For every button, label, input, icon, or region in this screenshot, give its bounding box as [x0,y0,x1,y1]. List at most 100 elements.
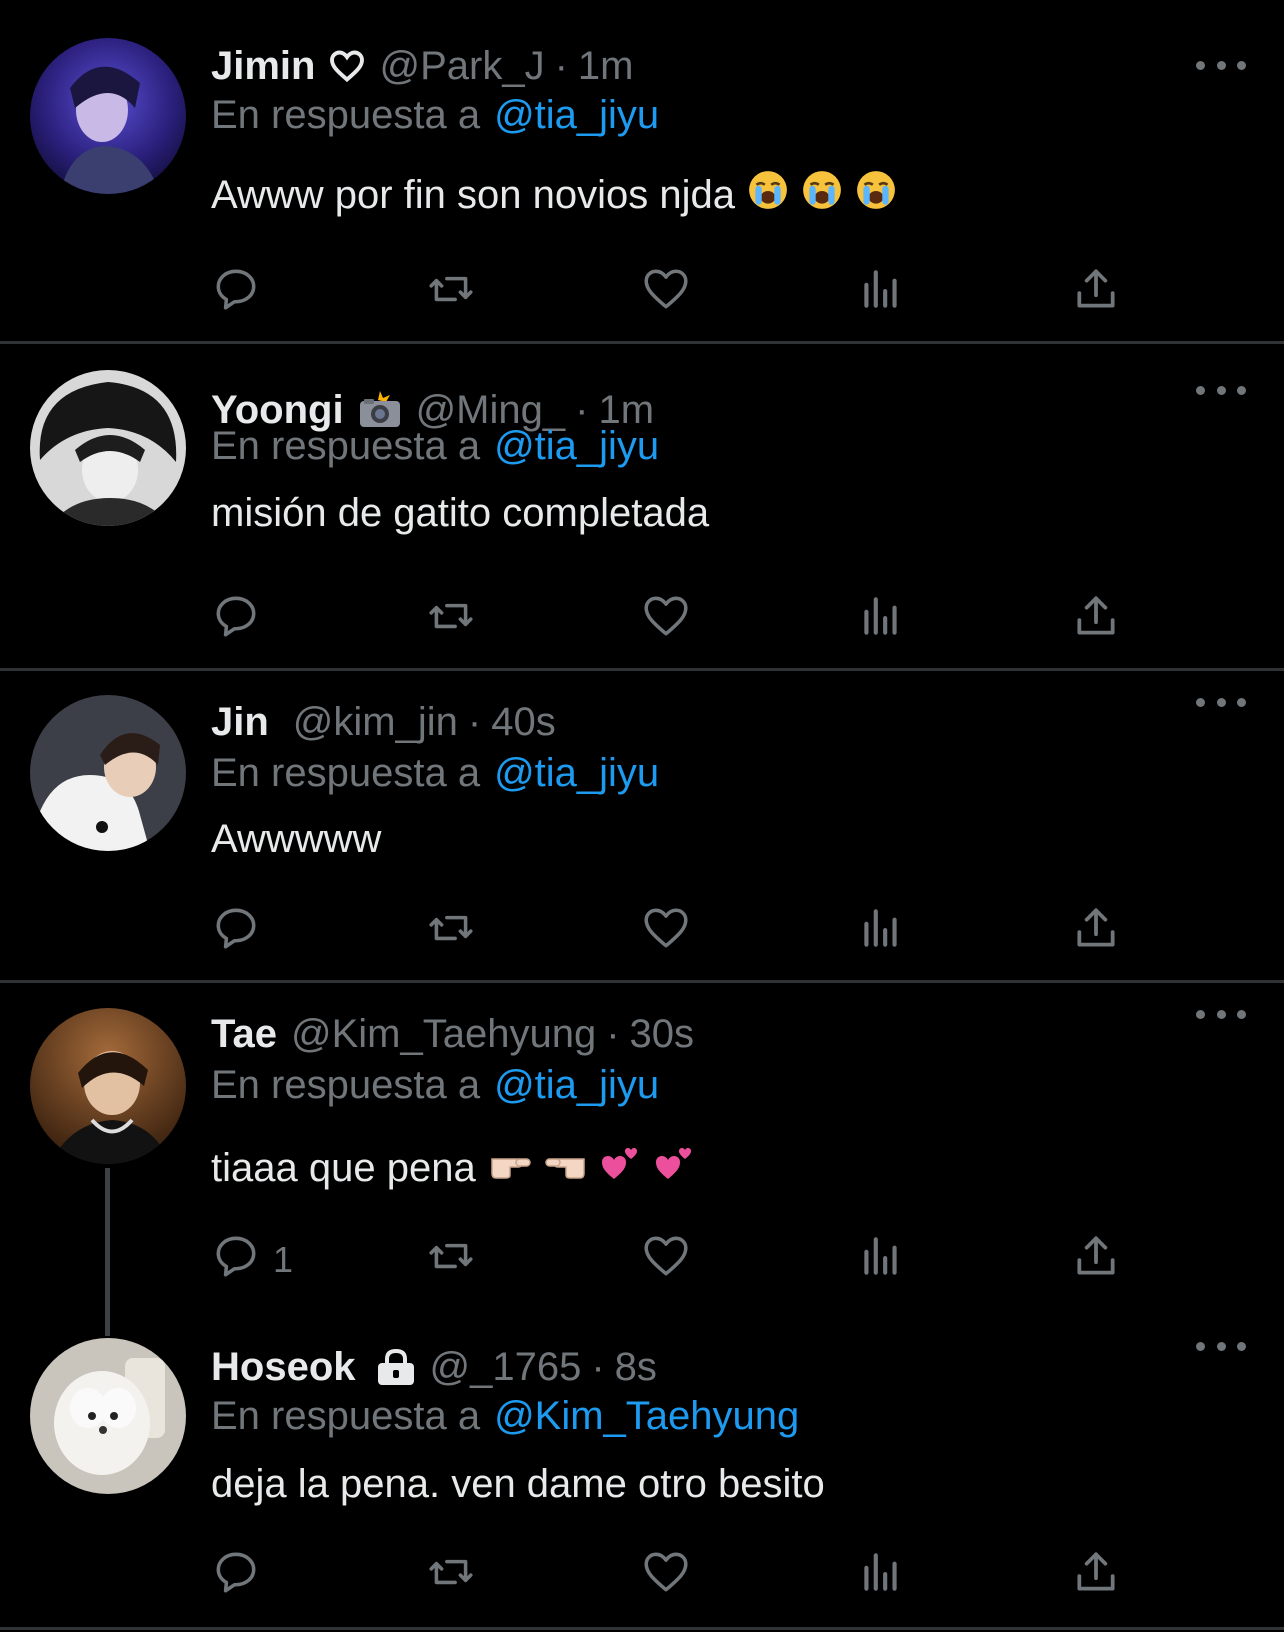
tweet-text: Awww por fin son novios njda [211,170,897,220]
reply-to-mention[interactable]: @tia_jiyu [494,751,659,796]
avatar[interactable] [30,695,186,851]
views-chart-icon [856,591,906,650]
share-button[interactable] [1071,263,1121,323]
reply-item[interactable]: Jimin @Park_J · 1m En respuesta a @tia_j… [0,0,1284,342]
retweet-button[interactable] [426,263,476,323]
reply-icon [211,903,261,962]
heart-icon [641,1547,691,1606]
timestamp[interactable]: 8s [615,1345,657,1390]
reply-prefix: En respuesta a [211,423,481,468]
tweet-actions [211,902,1131,962]
loudly-crying-face-emoji [855,169,897,221]
tweet-actions [211,1546,1131,1606]
reply-to-mention[interactable]: @tia_jiyu [494,424,659,469]
display-name[interactable]: Tae [211,1012,277,1057]
user-handle[interactable]: @Kim_Taehyung [291,1012,596,1057]
more-options-icon[interactable] [1196,380,1246,400]
tweet-header: Jin @kim_jin · 40s [211,697,556,747]
reply-item[interactable]: Hoseok @_1765 · 8s En respuesta a @Kim_T… [0,1318,1284,1629]
loudly-crying-face-emoji [747,169,789,221]
reply-button[interactable] [211,263,273,323]
separator-dot: · [606,1011,620,1056]
retweet-button[interactable] [426,902,476,962]
reply-prefix: En respuesta a [211,1393,481,1438]
views-button[interactable] [856,902,906,962]
views-chart-icon [856,1231,906,1290]
tweet-text-content: deja la pena. ven dame otro besito [211,1461,825,1506]
reply-context: En respuesta a @tia_jiyu [211,421,659,471]
more-options-icon[interactable] [1196,692,1246,712]
avatar[interactable] [30,1338,186,1494]
lock-icon [376,1348,416,1386]
share-upload-icon [1071,1547,1121,1606]
timestamp[interactable]: 40s [491,700,556,745]
like-button[interactable] [641,902,691,962]
separator-dot: · [591,1344,605,1389]
reply-item[interactable]: Jin @kim_jin · 40s En respuesta a @tia_j… [0,671,1284,981]
more-options-icon[interactable] [1196,55,1246,75]
retweet-button[interactable] [426,590,476,650]
retweet-icon [426,1231,476,1290]
like-button[interactable] [641,1546,691,1606]
tweet-header: Hoseok @_1765 · 8s [211,1342,657,1392]
timestamp[interactable]: 30s [630,1012,695,1057]
backhand-index-pointing-left-emoji [544,1145,588,1191]
reply-to-mention[interactable]: @Kim_Taehyung [494,1394,799,1439]
heart-icon [641,264,691,323]
heart-icon [641,591,691,650]
more-options-icon[interactable] [1196,1336,1246,1356]
share-button[interactable] [1071,1546,1121,1606]
tweet-text: misión de gatito completada [211,488,709,538]
loudly-crying-face-emoji [801,169,843,221]
user-handle[interactable]: @kim_jin [293,700,458,745]
reply-button[interactable]: 1 [211,1230,293,1290]
display-name[interactable]: Jin [211,700,269,745]
reply-button[interactable] [211,590,273,650]
views-chart-icon [856,903,906,962]
retweet-icon [426,264,476,323]
reply-button[interactable] [211,902,273,962]
reply-context: En respuesta a @tia_jiyu [211,1060,659,1110]
reply-context: En respuesta a @tia_jiyu [211,748,659,798]
tweet-header: Jimin @Park_J · 1m [211,41,634,91]
reply-item[interactable]: Tae @Kim_Taehyung · 30s En respuesta a @… [0,983,1284,1318]
share-button[interactable] [1071,902,1121,962]
separator-dot: · [554,43,568,88]
share-button[interactable] [1071,590,1121,650]
tweet-text-content: misión de gatito completada [211,490,710,535]
views-button[interactable] [856,1546,906,1606]
backhand-index-pointing-right-emoji [488,1145,532,1191]
share-upload-icon [1071,903,1121,962]
views-button[interactable] [856,263,906,323]
reply-to-mention[interactable]: @tia_jiyu [494,93,659,138]
avatar[interactable] [30,1008,186,1164]
reply-prefix: En respuesta a [211,1062,481,1107]
user-handle[interactable]: @_1765 [430,1345,582,1390]
timestamp[interactable]: 1m [578,44,634,89]
reply-button[interactable] [211,1546,273,1606]
like-button[interactable] [641,590,691,650]
display-name[interactable]: Jimin [211,44,315,89]
reply-icon [211,1231,261,1290]
avatar[interactable] [30,370,186,526]
display-name[interactable]: Hoseok [211,1345,356,1390]
reply-to-mention[interactable]: @tia_jiyu [494,1063,659,1108]
more-options-icon[interactable] [1196,1004,1246,1024]
views-button[interactable] [856,1230,906,1290]
views-chart-icon [856,264,906,323]
reply-item[interactable]: Yoongi @Ming_ · 1m En respuesta a @tia_j… [0,344,1284,669]
reply-count: 1 [273,1239,294,1280]
like-button[interactable] [641,1230,691,1290]
retweet-icon [426,903,476,962]
retweet-button[interactable] [426,1546,476,1606]
avatar[interactable] [30,38,186,194]
share-button[interactable] [1071,1230,1121,1290]
heart-icon [641,1231,691,1290]
share-upload-icon [1071,264,1121,323]
reply-context: En respuesta a @tia_jiyu [211,90,659,140]
user-handle[interactable]: @Park_J [379,44,544,89]
like-button[interactable] [641,263,691,323]
reply-icon [211,1547,261,1606]
views-button[interactable] [856,590,906,650]
retweet-button[interactable] [426,1230,476,1290]
